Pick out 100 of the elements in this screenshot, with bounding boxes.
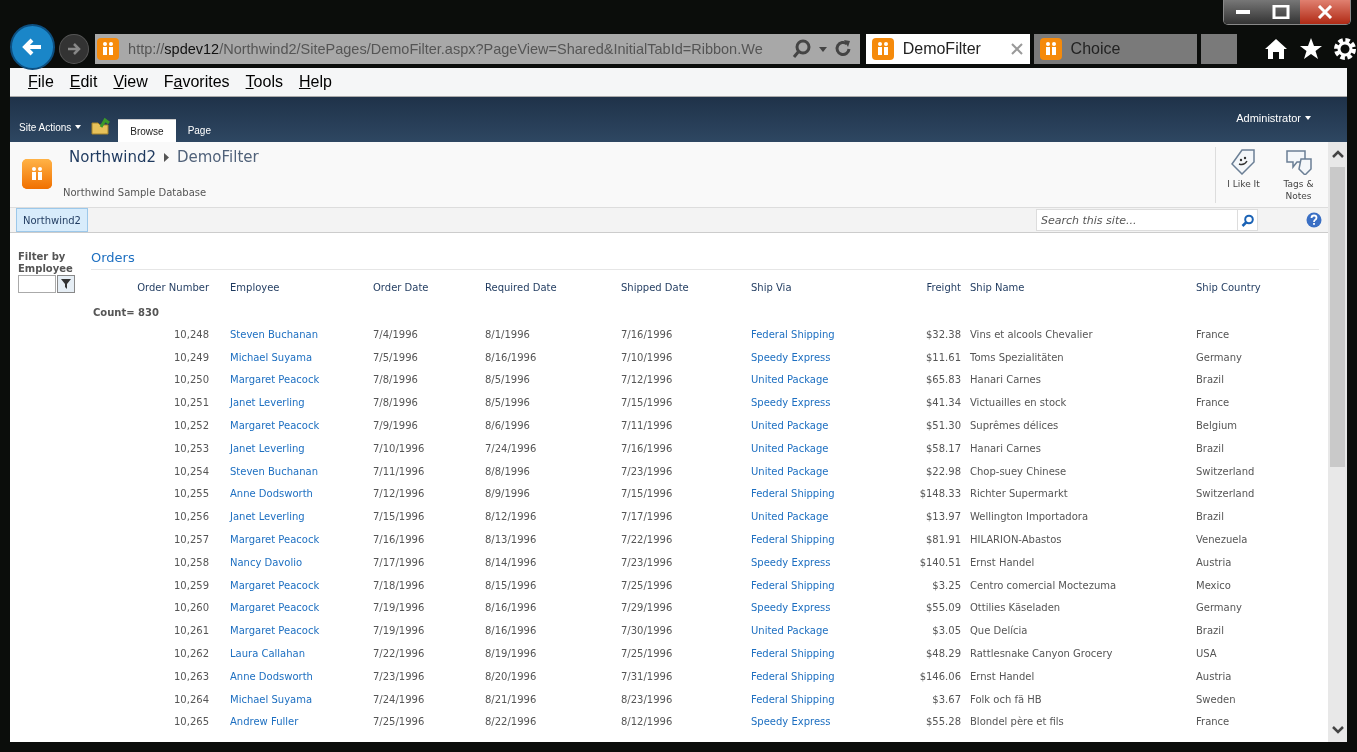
table-link[interactable]: Speedy Express xyxy=(747,710,870,734)
table-link[interactable]: Laura Callahan xyxy=(226,642,369,665)
table-link[interactable]: Speedy Express xyxy=(747,391,870,415)
table-link[interactable]: Federal Shipping xyxy=(747,323,870,346)
table-link[interactable]: Margaret Peacock xyxy=(226,368,369,392)
browser-tab[interactable]: Choice xyxy=(1033,34,1198,64)
home-icon[interactable] xyxy=(1263,37,1289,61)
table-cell-text: 10,258 xyxy=(173,555,210,570)
scrollbar[interactable] xyxy=(1328,142,1347,742)
table-link[interactable]: Janet Leverling xyxy=(226,437,369,460)
table-link[interactable]: United Package xyxy=(747,414,870,437)
menu-item[interactable]: File xyxy=(26,73,62,91)
forward-button[interactable] xyxy=(59,34,90,64)
table-cell-text: $3.25 xyxy=(931,578,962,593)
ribbon-tab[interactable]: Page xyxy=(175,119,223,142)
table-link[interactable]: Federal Shipping xyxy=(747,528,870,551)
address-field[interactable]: http://spdev12/Northwind2/SitePages/DemoFilter.aspx?PageView=Shared&InitialTabId=Ribbon.We xyxy=(95,34,860,64)
webpart-title[interactable]: Orders xyxy=(91,250,1319,270)
column-header[interactable]: Ship Via xyxy=(747,276,870,298)
table-link[interactable]: Margaret Peacock xyxy=(226,414,369,437)
table-link[interactable]: Andrew Fuller xyxy=(226,710,369,734)
search-icon[interactable] xyxy=(791,39,812,59)
table-link[interactable]: Margaret Peacock xyxy=(226,619,369,643)
table-link[interactable]: Federal Shipping xyxy=(747,642,870,665)
column-header[interactable]: Shipped Date xyxy=(617,276,747,298)
table-link[interactable]: United Package xyxy=(747,459,870,483)
table-cell-text: 7/23/1996 xyxy=(620,555,674,570)
like-button[interactable]: I Like It xyxy=(1216,147,1271,203)
scroll-down-icon[interactable] xyxy=(1331,725,1344,734)
filter-button[interactable] xyxy=(57,275,75,293)
table-link[interactable]: Nancy Davolio xyxy=(226,550,369,574)
table-link[interactable]: Anne Dodsworth xyxy=(226,482,369,506)
table-link[interactable]: Federal Shipping xyxy=(747,687,870,711)
table-cell-text: Victuailles en stock xyxy=(969,396,1068,411)
table-cell-text: Que Delícia xyxy=(969,624,1029,639)
search-field[interactable]: Search this site... xyxy=(1036,209,1258,231)
table-link[interactable]: United Package xyxy=(747,368,870,392)
table-link[interactable]: Federal Shipping xyxy=(747,664,870,688)
minimize-button[interactable] xyxy=(1224,0,1262,24)
filter-field[interactable] xyxy=(18,275,56,293)
table-link[interactable]: Margaret Peacock xyxy=(226,573,369,597)
table-cell-text: 8/15/1996 xyxy=(484,578,538,593)
star-icon[interactable] xyxy=(1299,37,1323,61)
close-icon[interactable] xyxy=(1009,42,1024,56)
table-link[interactable]: Janet Leverling xyxy=(226,505,369,529)
table-link[interactable]: Margaret Peacock xyxy=(226,596,369,620)
table-link[interactable]: Federal Shipping xyxy=(747,573,870,597)
search-button[interactable] xyxy=(1237,210,1257,230)
close-button[interactable] xyxy=(1300,0,1350,24)
user-menu[interactable]: Administrator xyxy=(1236,112,1311,124)
table-cell-text: USA xyxy=(1195,647,1218,662)
settings-icon[interactable] xyxy=(1333,37,1357,61)
table-cell-text: $3.67 xyxy=(931,692,962,707)
table-cell-text: $81.91 xyxy=(925,533,962,548)
table-link[interactable]: Steven Buchanan xyxy=(226,459,369,483)
caret-icon[interactable] xyxy=(817,45,828,53)
tags-notes-button[interactable]: Tags & Notes xyxy=(1271,147,1326,203)
table-cell-text: HILARION-Abastos xyxy=(969,533,1063,548)
table-cell-text: 10,265 xyxy=(173,715,210,730)
column-header[interactable]: Freight xyxy=(870,276,966,298)
table-link[interactable]: Speedy Express xyxy=(747,550,870,574)
table-cell-text: 7/19/1996 xyxy=(372,601,426,616)
table-cell-text: Rattlesnake Canyon Grocery xyxy=(969,647,1114,662)
menu-item[interactable]: Tools xyxy=(243,73,291,91)
menu-item[interactable]: Favorites xyxy=(161,73,238,91)
column-header[interactable]: Employee xyxy=(226,276,369,298)
table-link[interactable]: Michael Suyama xyxy=(226,345,369,369)
menu-item[interactable]: View xyxy=(111,73,156,91)
column-header[interactable]: Required Date xyxy=(481,276,617,298)
breadcrumb-link[interactable]: Northwind2 xyxy=(69,148,156,166)
table-link[interactable]: United Package xyxy=(747,619,870,643)
table-link[interactable]: United Package xyxy=(747,437,870,460)
back-button[interactable] xyxy=(10,24,56,70)
table-cell-text: 7/10/1996 xyxy=(372,441,426,456)
table-link[interactable]: Federal Shipping xyxy=(747,482,870,506)
column-header[interactable]: Order Number xyxy=(91,276,226,298)
table-link[interactable]: Michael Suyama xyxy=(226,687,369,711)
menu-item[interactable]: Help xyxy=(296,73,340,91)
table-link[interactable]: United Package xyxy=(747,505,870,529)
table-link[interactable]: Steven Buchanan xyxy=(226,323,369,346)
folder-icon[interactable] xyxy=(91,117,111,135)
table-link[interactable]: Speedy Express xyxy=(747,596,870,620)
table-link[interactable]: Anne Dodsworth xyxy=(226,664,369,688)
scroll-up-icon[interactable] xyxy=(1331,150,1344,159)
table-cell-text: $41.34 xyxy=(925,396,962,411)
maximize-button[interactable] xyxy=(1262,0,1300,24)
table-link[interactable]: Janet Leverling xyxy=(226,391,369,415)
column-header[interactable]: Ship Country xyxy=(1192,276,1318,298)
browser-tab[interactable]: DemoFilter xyxy=(865,34,1030,64)
ribbon-tab[interactable]: Browse xyxy=(118,119,176,142)
table-link[interactable]: Margaret Peacock xyxy=(226,528,369,551)
column-header[interactable]: Ship Name xyxy=(966,276,1192,298)
table-cell-text: Switzerland xyxy=(1195,464,1256,479)
help-icon[interactable] xyxy=(1306,212,1322,228)
menu-item[interactable]: Edit xyxy=(67,73,106,91)
table-cell-text: 7/11/1996 xyxy=(620,419,674,434)
nav-link[interactable]: Northwind2 xyxy=(16,208,88,232)
column-header[interactable]: Order Date xyxy=(369,276,481,298)
site-actions-menu[interactable]: Site Actions xyxy=(15,122,86,133)
table-link[interactable]: Speedy Express xyxy=(747,345,870,369)
